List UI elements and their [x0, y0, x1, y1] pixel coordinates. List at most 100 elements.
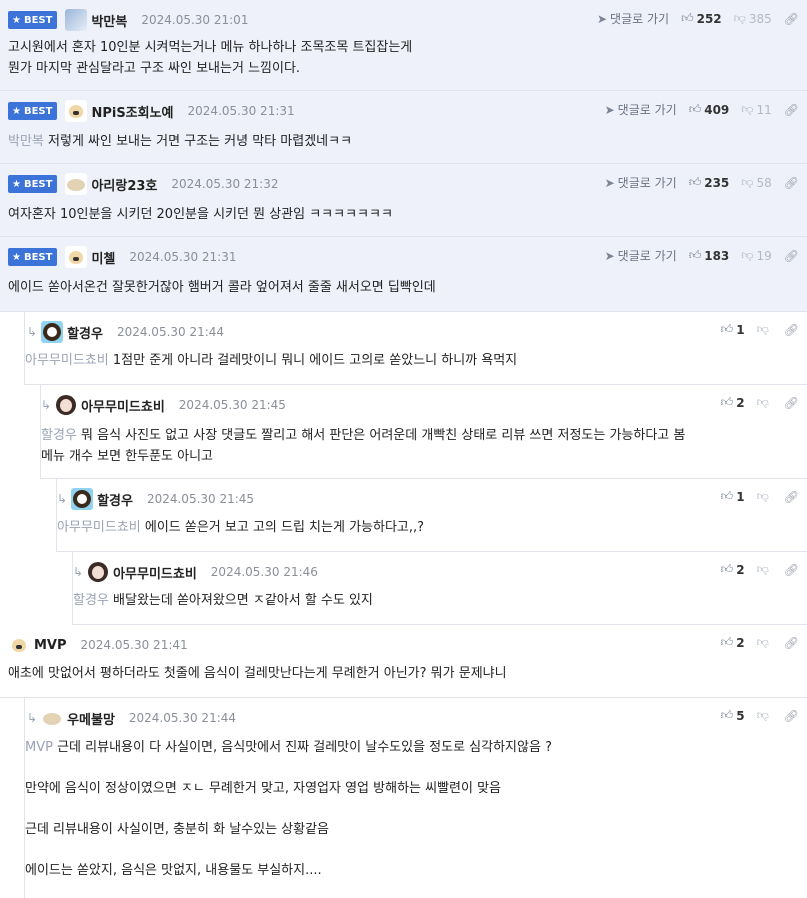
thumbs-down-icon: 👎︎: [756, 322, 769, 336]
comment-text: 여자혼자 10인분을 시키던 20인분을 시키던 뭔 상관임 ㅋㅋㅋㅋㅋㅋㅋ: [8, 207, 393, 222]
link-icon: 🔗︎: [783, 175, 799, 190]
comment-text: 아무무미드쵸비 1점만 준게 아니라 걸레맛이니 뭐니 에이드 고의로 쏟았느니…: [25, 353, 518, 368]
nickname[interactable]: NPiS조회노예: [91, 102, 173, 121]
timestamp: 2024.05.30 21:44: [116, 325, 225, 339]
downvote-button[interactable]: 👎︎ 385: [734, 11, 772, 26]
thumbs-up-icon: 👍︎: [688, 175, 702, 189]
nickname[interactable]: 우메불망: [67, 709, 115, 728]
avatar[interactable]: [41, 707, 64, 729]
reply-goto-button[interactable]: ➤ 댓글로 가기: [605, 101, 677, 118]
downvote-button[interactable]: 👎︎: [757, 562, 772, 577]
comment-text: 에이드 쏟아서온건 잘못한거잖아 햄버거 콜라 엎어져서 줄줄 새서오면 딥빡인…: [8, 280, 436, 295]
comment-text: 할경우 뭐 음식 사진도 없고 사장 댓글도 짤리고 해서 판단은 어려운데 개…: [41, 428, 686, 464]
comment: ★ BEST 미첼 2024.05.30 21:31 ➤ 댓글로 가기 👍︎ 183 …: [0, 237, 807, 312]
avatar[interactable]: [71, 488, 94, 510]
nickname[interactable]: MVP: [34, 638, 67, 653]
downvote-button[interactable]: 👎︎ 19: [741, 248, 771, 263]
downvote-button[interactable]: 👎︎ 58: [741, 175, 771, 190]
thumbs-up-icon: 👍︎: [681, 11, 694, 25]
downvote-button[interactable]: 👎︎ 11: [741, 102, 771, 117]
thumbs-down-icon: 👎︎: [756, 489, 769, 503]
upvote-button[interactable]: 👍︎ 2: [721, 395, 745, 410]
comment-text: 할경우 배달왔는데 쏟아져왔으면 ㅈ같아서 할 수도 있지: [73, 593, 373, 608]
copy-link-button[interactable]: 🔗︎: [784, 636, 799, 650]
thumbs-up-icon: 👍︎: [720, 322, 734, 336]
avatar[interactable]: [41, 321, 64, 343]
copy-link-button[interactable]: 🔗︎: [784, 103, 799, 117]
copy-link-button[interactable]: 🔗︎: [784, 323, 799, 337]
timestamp: 2024.05.30 21:45: [146, 492, 255, 506]
nickname[interactable]: 할경우: [97, 490, 133, 509]
timestamp: 2024.05.30 21:32: [171, 177, 279, 191]
nickname[interactable]: 할경우: [67, 323, 103, 342]
avatar[interactable]: [65, 9, 88, 31]
avatar[interactable]: [87, 561, 110, 583]
downvote-button[interactable]: 👎︎: [757, 322, 772, 337]
copy-link-button[interactable]: 🔗︎: [784, 563, 799, 577]
copy-link-button[interactable]: 🔗︎: [784, 12, 799, 26]
thumbs-down-icon: 👎︎: [756, 395, 769, 409]
mention[interactable]: MVP: [25, 740, 53, 755]
link-icon: 🔗︎: [783, 708, 799, 723]
mention[interactable]: 할경우: [41, 428, 77, 443]
avatar[interactable]: [55, 394, 78, 416]
reply-goto-button[interactable]: ➤ 댓글로 가기: [605, 247, 677, 264]
nickname[interactable]: 아무무미드쵸비: [113, 563, 197, 582]
reply-arrow-icon: ↳: [41, 398, 52, 412]
timestamp: 2024.05.30 21:41: [80, 638, 188, 652]
copy-link-button[interactable]: 🔗︎: [784, 490, 799, 504]
downvote-button[interactable]: 👎︎: [757, 708, 772, 723]
upvote-button[interactable]: 👍︎ 1: [721, 489, 745, 504]
mention[interactable]: 할경우: [73, 593, 109, 608]
avatar[interactable]: [8, 634, 30, 656]
mention[interactable]: 아무무미드쵸비: [57, 520, 141, 535]
nickname[interactable]: 아무무미드쵸비: [81, 396, 165, 415]
downvote-button[interactable]: 👎︎: [757, 395, 772, 410]
reply-arrow-icon: ↳: [57, 492, 68, 506]
nickname[interactable]: 박만복: [91, 11, 127, 30]
upvote-button[interactable]: 👍︎ 183: [689, 248, 730, 263]
upvote-button[interactable]: 👍︎ 409: [689, 102, 730, 117]
upvote-button[interactable]: 👍︎ 1: [721, 322, 745, 337]
thumbs-down-icon: 👎︎: [741, 175, 754, 189]
copy-link-button[interactable]: 🔗︎: [784, 709, 799, 723]
comment-reply: ↳ 아무무미드쵸비 2024.05.30 21:46 👍︎ 2 👎︎ 🔗︎ 할경우…: [72, 552, 807, 625]
link-icon: 🔗︎: [783, 248, 799, 263]
upvote-button[interactable]: 👍︎ 5: [721, 708, 745, 723]
star-icon: ★: [12, 105, 21, 117]
comment-text: 박만복 저렇게 싸인 보내는 거면 구조는 커녕 막타 마렵겠네ㅋㅋ: [8, 134, 353, 149]
thumbs-up-icon: 👍︎: [688, 102, 702, 116]
send-icon: ➤: [596, 11, 608, 26]
upvote-button[interactable]: 👍︎ 235: [689, 175, 730, 190]
timestamp: 2024.05.30 21:31: [129, 250, 237, 264]
upvote-button[interactable]: 👍︎ 2: [721, 562, 745, 577]
best-badge: ★ BEST: [8, 175, 58, 193]
upvote-button[interactable]: 👍︎ 2: [721, 635, 745, 650]
send-icon: ➤: [604, 248, 615, 263]
copy-link-button[interactable]: 🔗︎: [784, 396, 799, 410]
thumbs-down-icon: 👎︎: [733, 11, 746, 25]
copy-link-button[interactable]: 🔗︎: [784, 176, 799, 190]
reply-goto-button[interactable]: ➤ 댓글로 가기: [597, 10, 669, 27]
nickname[interactable]: 아리랑23호: [91, 175, 157, 194]
star-icon: ★: [12, 14, 21, 26]
thumbs-up-icon: 👍︎: [688, 248, 702, 262]
mention[interactable]: 박만복: [8, 134, 44, 149]
comment-text: 고시원에서 혼자 10인분 시켜먹는거나 메뉴 하나하나 조목조목 트집잡는게 …: [8, 40, 413, 76]
avatar[interactable]: [65, 100, 88, 122]
mention[interactable]: 아무무미드쵸비: [25, 353, 109, 368]
upvote-button[interactable]: 👍︎ 252: [681, 11, 722, 26]
thumbs-up-icon: 👍︎: [720, 635, 734, 649]
nickname[interactable]: 미첼: [91, 248, 115, 267]
link-icon: 🔗︎: [783, 489, 799, 504]
copy-link-button[interactable]: 🔗︎: [784, 249, 799, 263]
reply-goto-button[interactable]: ➤ 댓글로 가기: [605, 174, 677, 191]
downvote-button[interactable]: 👎︎: [757, 489, 772, 504]
link-icon: 🔗︎: [783, 395, 799, 410]
downvote-button[interactable]: 👎︎: [757, 635, 772, 650]
comment-reply: ↳ 할경우 2024.05.30 21:45 👍︎ 1 👎︎ 🔗︎ 아무무미드쵸비…: [56, 479, 807, 552]
timestamp: 2024.05.30 21:01: [141, 13, 249, 27]
thumbs-up-icon: 👍︎: [720, 489, 734, 503]
avatar[interactable]: [65, 246, 88, 268]
avatar[interactable]: [65, 173, 88, 195]
